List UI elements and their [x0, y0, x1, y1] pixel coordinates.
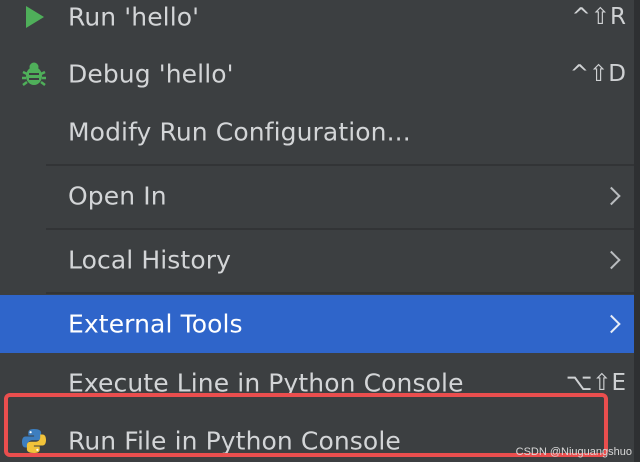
- menu-separator: [46, 292, 634, 294]
- menu-separator: [46, 228, 634, 230]
- menu-item-debug-hello[interactable]: Debug 'hello' ^⇧D: [0, 45, 634, 103]
- menu-item-label: Open In: [68, 181, 167, 211]
- run-triangle-icon: [26, 6, 44, 28]
- chevron-right-icon: [602, 250, 621, 270]
- menu-item-shortcut: ^⇧R: [571, 4, 626, 30]
- menu-item-label: External Tools: [68, 309, 243, 339]
- menu-item-modify-run-configuration[interactable]: Modify Run Configuration...: [0, 103, 634, 161]
- debug-bug-icon: [22, 62, 46, 86]
- chevron-right-icon: [602, 314, 621, 334]
- menu-border: [634, 0, 640, 462]
- menu-item-run-hello[interactable]: Run 'hello' ^⇧R: [0, 0, 634, 46]
- menu-separator: [46, 164, 634, 166]
- context-menu: Run 'hello' ^⇧R Debug 'hello' ^⇧D Modify…: [0, 0, 640, 462]
- menu-item-label: Debug 'hello': [68, 59, 234, 89]
- menu-item-shortcut: ^⇧D: [569, 61, 626, 87]
- menu-item-local-history[interactable]: Local History: [0, 231, 634, 289]
- watermark: CSDN @Niuguangshuo: [515, 446, 632, 458]
- menu-item-open-in[interactable]: Open In: [0, 167, 634, 225]
- menu-item-label: Run 'hello': [68, 2, 200, 32]
- menu-item-label: Modify Run Configuration...: [68, 117, 411, 147]
- chevron-right-icon: [602, 186, 621, 206]
- menu-item-label: Local History: [68, 245, 231, 275]
- menu-item-external-tools[interactable]: External Tools: [0, 295, 634, 353]
